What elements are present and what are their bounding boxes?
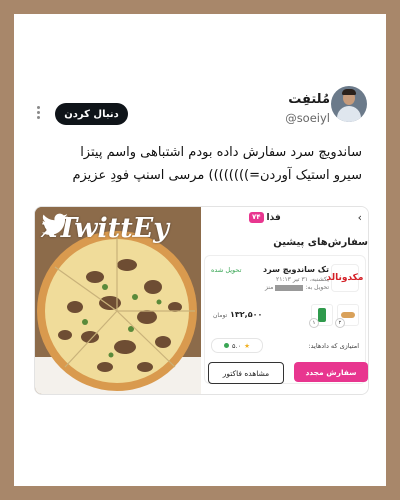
address-value: منز	[264, 284, 274, 291]
address-label: تحویل به:	[305, 284, 329, 291]
app-screenshot: › فذا ۷۴ سفارش‌های پیشین مکدونالد تک سان…	[201, 207, 368, 394]
rating-dot-icon	[224, 343, 230, 348]
star-icon: ★	[244, 341, 250, 350]
rating-value: ۵.۰	[232, 341, 242, 350]
item-qty: ۲	[335, 318, 345, 328]
user-handle[interactable]: @soeiyl	[285, 111, 330, 125]
app-title-text: فذا	[266, 212, 281, 223]
price-value: ۱۳۲,۵۰۰	[230, 310, 263, 319]
reorder-button[interactable]: سفارش مجدد	[294, 362, 368, 382]
rating-label: امتیازی که دادهاید:	[308, 342, 359, 350]
restaurant-logo-text: مکدونالد	[326, 273, 364, 283]
app-title: فذا ۷۴	[249, 212, 281, 223]
price-unit: تومان	[213, 312, 228, 319]
tweet-text-line-1: ساندویچ سرد سفارش داده بودم اشتباهی واسم…	[80, 145, 362, 160]
app-top-bar: › فذا ۷۴	[201, 207, 368, 229]
restaurant-logo: مکدونالد	[327, 264, 363, 292]
item-qty: ۱	[309, 318, 319, 328]
section-title: سفارش‌های پیشین	[273, 237, 368, 248]
avatar-hair	[342, 89, 356, 95]
more-options-icon[interactable]	[36, 106, 42, 122]
follow-button[interactable]: دنبال کردن	[55, 103, 128, 125]
rating-box: ۵.۰ ★	[211, 338, 263, 353]
back-arrow-icon[interactable]: ›	[358, 211, 362, 224]
bird-icon	[41, 213, 68, 235]
avatar-body	[337, 106, 361, 122]
avatar[interactable]	[331, 86, 367, 122]
view-invoice-button[interactable]: مشاهده فاکتور	[208, 362, 284, 384]
tweet-media[interactable]: xTwittEy › فذا ۷۴ سفارش‌های پیشین مکدونا…	[34, 206, 369, 395]
item-drink-can: ۱	[309, 304, 333, 328]
status-badge: تحویل شده	[211, 266, 242, 274]
address-redacted	[275, 284, 304, 291]
delivery-address: تحویل به: منز	[265, 284, 329, 291]
order-date: یکشنبه، ۳۱ تیر ۲۱:۱۳	[275, 276, 329, 283]
watermark: xTwittEy	[41, 213, 169, 244]
item-sandwich: ۲	[335, 304, 359, 328]
display-name[interactable]: مُلتفِت	[288, 92, 330, 107]
pizza-photo: xTwittEy	[35, 207, 201, 394]
order-price: ۱۳۲,۵۰۰ تومان	[213, 310, 262, 319]
tweet-text: ساندویچ سرد سفارش داده بودم اشتباهی واسم…	[42, 141, 362, 187]
restaurant-name: تک ساندویچ سرد	[263, 265, 329, 274]
order-items: ۲ ۱	[309, 304, 359, 328]
app-title-badge: ۷۴	[249, 212, 264, 223]
tweet-text-line-2: سیرو استیک آوردن=)))))))) مرسی اسنپ فودِ…	[72, 168, 362, 183]
